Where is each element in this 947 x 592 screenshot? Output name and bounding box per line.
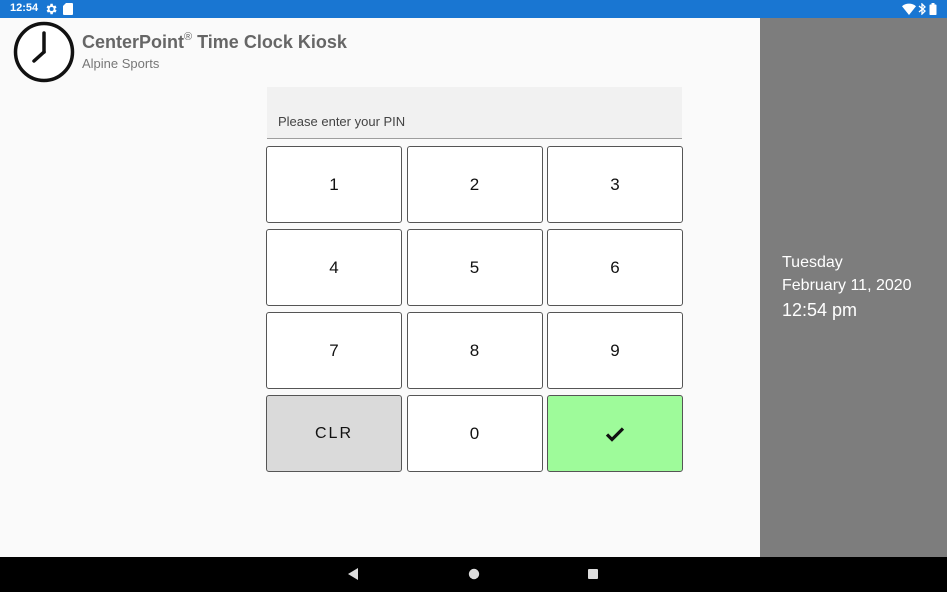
key-1[interactable]: 1 (266, 146, 402, 223)
key-7[interactable]: 7 (266, 312, 402, 389)
app-title-brand: CenterPoint (82, 32, 185, 52)
battery-icon (929, 3, 937, 15)
key-6[interactable]: 6 (547, 229, 683, 306)
home-icon[interactable] (467, 567, 481, 581)
date-time-panel: Tuesday February 11, 2020 12:54 pm (760, 18, 947, 557)
key-9[interactable]: 9 (547, 312, 683, 389)
wifi-icon (902, 3, 916, 15)
key-5[interactable]: 5 (406, 229, 543, 306)
key-4[interactable]: 4 (266, 229, 402, 306)
pin-keypad: 1 2 3 4 5 6 7 8 9 CLR 0 (266, 146, 683, 472)
recents-icon[interactable] (586, 567, 600, 581)
navigation-bar (0, 557, 947, 592)
status-bar: 12:54 (0, 0, 947, 18)
clear-button[interactable]: CLR (266, 395, 402, 472)
key-8[interactable]: 8 (406, 312, 543, 389)
app-title: CenterPoint® Time Clock Kiosk (82, 31, 347, 53)
submit-button[interactable] (547, 395, 683, 472)
company-name: Alpine Sports (82, 56, 160, 71)
current-time: 12:54 pm (782, 300, 858, 320)
current-day: Tuesday (782, 254, 843, 271)
back-icon[interactable] (346, 567, 360, 581)
key-3[interactable]: 3 (547, 146, 683, 223)
main-area: CenterPoint® Time Clock Kiosk Alpine Spo… (0, 18, 760, 557)
pin-input[interactable] (267, 87, 682, 139)
settings-gear-icon (46, 3, 57, 15)
bluetooth-icon (918, 3, 926, 15)
clock-icon (13, 21, 75, 83)
sd-card-icon (63, 3, 73, 15)
key-2[interactable]: 2 (406, 146, 543, 223)
key-0[interactable]: 0 (406, 395, 543, 472)
status-time: 12:54 (10, 2, 39, 14)
checkmark-icon (605, 426, 625, 442)
app-title-suffix: Time Clock Kiosk (192, 32, 347, 52)
trademark-symbol: ® (184, 31, 193, 43)
current-date: February 11, 2020 (782, 277, 912, 294)
